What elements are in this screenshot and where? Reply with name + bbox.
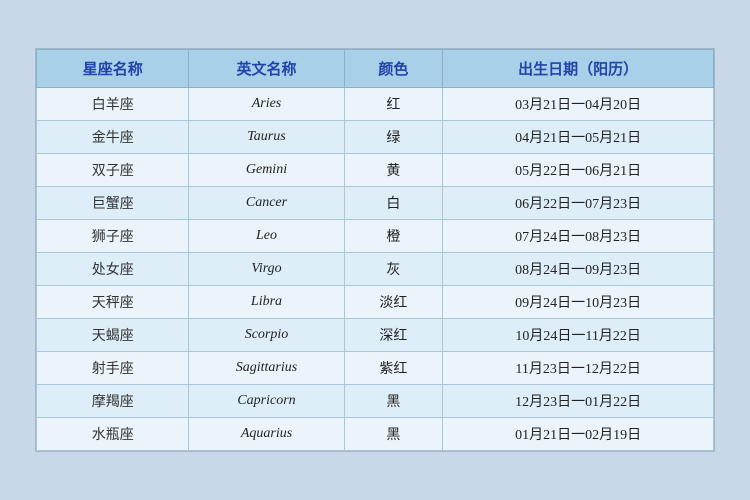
table-row: 天秤座Libra淡红09月24日一10月23日 [37,286,714,319]
table-row: 金牛座Taurus绿04月21日一05月21日 [37,121,714,154]
cell-color: 紫红 [344,352,443,385]
cell-date: 07月24日一08月23日 [443,220,714,253]
cell-english: Leo [189,220,344,253]
cell-chinese: 天秤座 [37,286,189,319]
cell-chinese: 水瓶座 [37,418,189,451]
table-header-row: 星座名称 英文名称 颜色 出生日期（阳历） [37,50,714,88]
cell-color: 灰 [344,253,443,286]
cell-date: 01月21日一02月19日 [443,418,714,451]
cell-date: 03月21日一04月20日 [443,88,714,121]
table-row: 处女座Virgo灰08月24日一09月23日 [37,253,714,286]
cell-english: Virgo [189,253,344,286]
cell-chinese: 巨蟹座 [37,187,189,220]
cell-english: Aquarius [189,418,344,451]
cell-color: 淡红 [344,286,443,319]
table-body: 白羊座Aries红03月21日一04月20日金牛座Taurus绿04月21日一0… [37,88,714,451]
cell-color: 绿 [344,121,443,154]
cell-color: 黑 [344,418,443,451]
cell-color: 白 [344,187,443,220]
cell-chinese: 白羊座 [37,88,189,121]
table-row: 白羊座Aries红03月21日一04月20日 [37,88,714,121]
cell-color: 黄 [344,154,443,187]
cell-english: Scorpio [189,319,344,352]
table-row: 摩羯座Capricorn黑12月23日一01月22日 [37,385,714,418]
header-chinese-name: 星座名称 [37,50,189,88]
cell-english: Cancer [189,187,344,220]
cell-english: Taurus [189,121,344,154]
cell-date: 06月22日一07月23日 [443,187,714,220]
cell-english: Libra [189,286,344,319]
table-row: 水瓶座Aquarius黑01月21日一02月19日 [37,418,714,451]
table-row: 射手座Sagittarius紫红11月23日一12月22日 [37,352,714,385]
cell-color: 黑 [344,385,443,418]
cell-date: 08月24日一09月23日 [443,253,714,286]
cell-color: 深红 [344,319,443,352]
cell-chinese: 金牛座 [37,121,189,154]
cell-date: 05月22日一06月21日 [443,154,714,187]
cell-chinese: 摩羯座 [37,385,189,418]
cell-english: Capricorn [189,385,344,418]
table-row: 天蝎座Scorpio深红10月24日一11月22日 [37,319,714,352]
header-date: 出生日期（阳历） [443,50,714,88]
cell-chinese: 狮子座 [37,220,189,253]
cell-chinese: 双子座 [37,154,189,187]
cell-color: 橙 [344,220,443,253]
table-row: 巨蟹座Cancer白06月22日一07月23日 [37,187,714,220]
table-row: 双子座Gemini黄05月22日一06月21日 [37,154,714,187]
cell-chinese: 射手座 [37,352,189,385]
cell-english: Aries [189,88,344,121]
cell-chinese: 天蝎座 [37,319,189,352]
cell-english: Sagittarius [189,352,344,385]
cell-english: Gemini [189,154,344,187]
cell-color: 红 [344,88,443,121]
cell-date: 11月23日一12月22日 [443,352,714,385]
zodiac-table-container: 星座名称 英文名称 颜色 出生日期（阳历） 白羊座Aries红03月21日一04… [35,48,715,452]
table-row: 狮子座Leo橙07月24日一08月23日 [37,220,714,253]
cell-date: 04月21日一05月21日 [443,121,714,154]
header-english-name: 英文名称 [189,50,344,88]
header-color: 颜色 [344,50,443,88]
cell-date: 09月24日一10月23日 [443,286,714,319]
cell-chinese: 处女座 [37,253,189,286]
zodiac-table: 星座名称 英文名称 颜色 出生日期（阳历） 白羊座Aries红03月21日一04… [36,49,714,451]
cell-date: 12月23日一01月22日 [443,385,714,418]
cell-date: 10月24日一11月22日 [443,319,714,352]
